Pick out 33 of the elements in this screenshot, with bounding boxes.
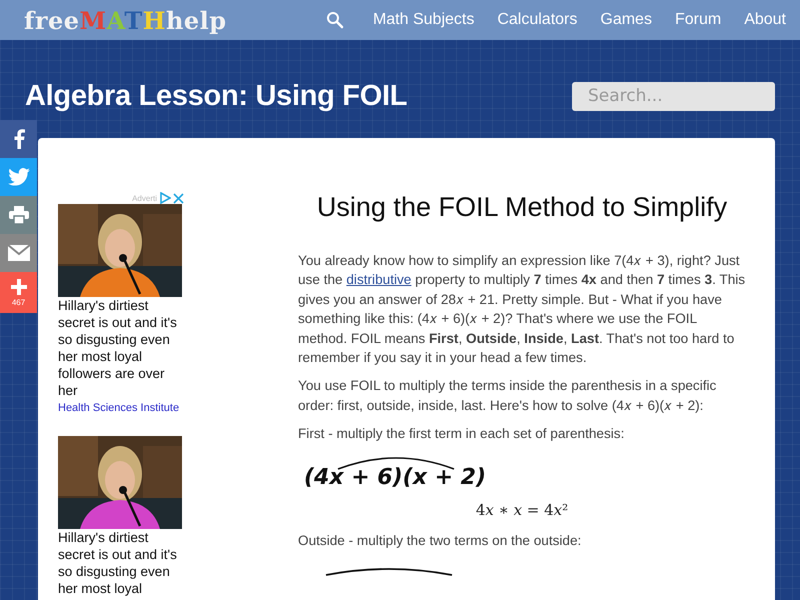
paragraph: You already know how to simplify an expression like 7(4𝑥 + 3), right? Just use the distributive property to multiply 7 times 4x and then 7 times 3. This gives you an answer of 28𝑥 + 21. Pretty simple. But - What if you have something like this: (4𝑥 + 6)(𝑥 + 2)? That's where we use the FOIL method. FOIL means First, Outside, Inside, Last. That's not too hard to remember if you say it in your head a few times. <box>298 252 746 368</box>
ad-label: Adverti <box>132 194 157 202</box>
search-field[interactable]: Search... <box>572 82 775 110</box>
plus-icon <box>10 278 26 294</box>
page-title: Algebra Lesson: Using FOIL <box>25 80 408 112</box>
ad-headline[interactable]: Hillary's dirtiest secret is out and it's so disgusting even her most loyal <box>58 529 184 597</box>
facebook-share-button[interactable] <box>0 120 37 158</box>
adchoices-icon[interactable] <box>159 192 171 204</box>
article-heading: Using the FOIL Method to Simplify <box>316 192 728 223</box>
printer-icon <box>8 206 28 224</box>
nav-link[interactable]: Math Subjects <box>372 11 474 29</box>
nav-link[interactable]: About <box>744 11 786 29</box>
paragraph: You use FOIL to multiply the terms inside the parenthesis in a specific order: first, outside, inside, last. Here's how to solve (4𝑥 + 6)(𝑥 + 2): <box>298 377 718 415</box>
nav-link[interactable]: Games <box>600 11 652 29</box>
ad-source-link[interactable]: Health Sciences Institute <box>58 402 184 414</box>
nav-link[interactable]: Forum <box>674 11 722 29</box>
bird-icon <box>8 168 30 186</box>
equation: 4𝑥 ∗ 𝑥 = 4𝑥² <box>476 500 568 519</box>
twitter-share-button[interactable] <box>0 158 37 196</box>
search-icon[interactable] <box>326 11 344 29</box>
nav-link[interactable]: Calculators <box>497 11 578 29</box>
envelope-icon <box>8 245 30 261</box>
paragraph: First - multiply the first term in each set of parenthesis: <box>298 425 626 444</box>
close-icon[interactable] <box>173 192 184 204</box>
ad-headline[interactable]: Hillary's dirtiest secret is out and it's so disgusting even her most loyal followers are over her <box>58 297 184 399</box>
handwritten-expression: (4x + 6)(x + 2) <box>304 464 486 490</box>
distributive-link[interactable]: distributive <box>346 272 412 288</box>
facebook-icon <box>12 129 24 149</box>
printer-button[interactable] <box>0 196 37 234</box>
paragraph: Outside - multiply the two terms on the outside: <box>298 532 582 550</box>
email-button[interactable] <box>0 234 37 272</box>
site-logo[interactable]: freeMATHhelp <box>24 6 227 34</box>
more-share-button[interactable]: 467 <box>0 272 37 313</box>
